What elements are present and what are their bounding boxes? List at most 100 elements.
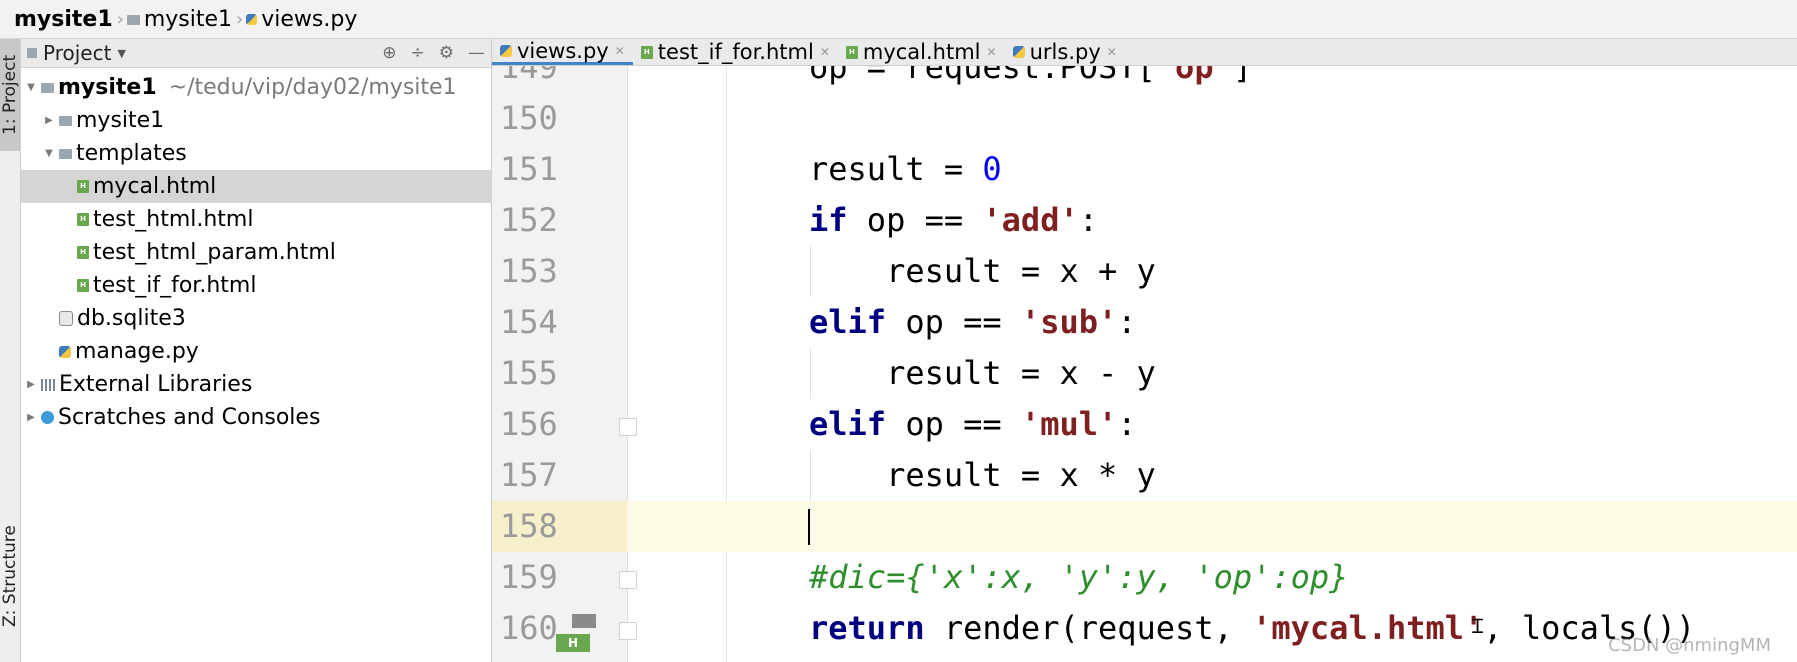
tab-label: test_if_for.html: [657, 40, 814, 64]
html-file-icon: H: [845, 45, 858, 59]
line-number: 150: [500, 99, 558, 137]
fold-marker-icon[interactable]: [619, 571, 637, 589]
html-file-icon: H: [77, 246, 89, 259]
html-file-icon: H: [640, 45, 653, 59]
code-text: op = request.POST['op']: [809, 66, 1253, 86]
tree-item-mysite1-package[interactable]: ▶ mysite1: [21, 104, 513, 137]
breadcrumb-item-project[interactable]: mysite1: [14, 7, 113, 32]
expanded-arrow-icon[interactable]: ▼: [25, 82, 37, 93]
gear-icon[interactable]: ⚙: [439, 43, 454, 63]
fold-marker-icon[interactable]: [619, 622, 637, 640]
code-text: result = x - y: [809, 354, 1156, 392]
tab-views-py[interactable]: views.py ✕: [492, 39, 633, 65]
code-text: elif op == 'sub':: [809, 303, 1137, 341]
tree-item-scratches[interactable]: ▶ Scratches and Consoles: [21, 401, 495, 434]
code-text: result = x * y: [809, 456, 1156, 494]
project-tool-tab[interactable]: 1: Project: [0, 39, 20, 151]
code-line[interactable]: 149 op = request.POST['op']: [492, 66, 1797, 93]
fold-marker-icon[interactable]: [619, 418, 637, 436]
folder-icon: [59, 148, 72, 159]
line-number: 151: [500, 150, 558, 188]
indent-guide: [810, 348, 811, 399]
collapsed-arrow-icon[interactable]: ▶: [25, 379, 37, 390]
line-number: 158: [492, 501, 627, 552]
line-number: 156: [500, 405, 558, 443]
project-path: ~/tedu/vip/day02/mysite1: [168, 75, 457, 100]
tool-window-strip: 1: Project Z: Structure: [0, 39, 21, 662]
tree-item-label: test_if_for.html: [93, 273, 257, 298]
folder-icon: [59, 115, 72, 126]
tree-item-external-libraries[interactable]: ▶ External Libraries: [21, 368, 495, 401]
close-icon[interactable]: ✕: [820, 45, 830, 59]
code-line[interactable]: 159 #dic={'x':x, 'y':y, 'op':op}: [492, 552, 1797, 603]
expanded-arrow-icon[interactable]: ▼: [43, 148, 55, 159]
code-line[interactable]: 152 if op == 'add':: [492, 195, 1797, 246]
close-icon[interactable]: ✕: [1107, 45, 1117, 59]
breadcrumb-label: mysite1: [143, 6, 233, 32]
line-number: 154: [500, 303, 558, 341]
tree-item-templates[interactable]: ▼ templates: [21, 137, 513, 170]
tree-item-label: test_html.html: [93, 207, 254, 232]
tree-item-project-root[interactable]: ▼ mysite1 ~/tedu/vip/day02/mysite1: [21, 71, 495, 104]
tab-label: mycal.html: [862, 40, 981, 64]
scratch-icon: [41, 411, 54, 424]
project-panel-tools: ⊕ ÷ ⚙ —: [382, 39, 485, 67]
tree-item-manage-py[interactable]: manage.py: [21, 335, 529, 368]
close-icon[interactable]: ✕: [615, 44, 625, 58]
locate-icon[interactable]: ⊕: [382, 43, 396, 63]
collapse-all-icon[interactable]: ÷: [411, 43, 425, 63]
related-template-icon[interactable]: H: [556, 634, 590, 652]
related-file-icon-back: [572, 614, 596, 628]
code-line[interactable]: 157 result = x * y: [492, 450, 1797, 501]
code-text: return render(request, 'mycal.html', loc…: [809, 609, 1696, 647]
line-number: 157: [500, 456, 558, 494]
line-number: 159: [500, 558, 558, 596]
code-line[interactable]: 156 elif op == 'mul':: [492, 399, 1797, 450]
code-line[interactable]: 154 elif op == 'sub':: [492, 297, 1797, 348]
tree-item-test-html[interactable]: H test_html.html: [21, 203, 547, 236]
tree-item-label: mysite1: [76, 108, 165, 133]
breadcrumb-separator: ›: [116, 8, 124, 30]
text-caret: [808, 509, 810, 545]
collapsed-arrow-icon[interactable]: ▶: [25, 412, 37, 423]
code-line[interactable]: 153 result = x + y: [492, 246, 1797, 297]
line-number: 149: [500, 66, 558, 86]
python-file-icon: [500, 44, 512, 57]
indent-guide: [810, 246, 811, 297]
html-file-icon: H: [77, 180, 89, 193]
close-icon[interactable]: ✕: [987, 45, 997, 59]
tree-item-label: Scratches and Consoles: [58, 405, 321, 430]
tree-item-label: templates: [76, 141, 187, 166]
html-file-icon: H: [77, 213, 89, 226]
python-file-icon: [246, 13, 258, 25]
watermark: CSDN @nmingMM: [1608, 635, 1771, 656]
indent-guide: [810, 450, 811, 501]
tab-test-if-for-html[interactable]: H test_if_for.html ✕: [633, 39, 838, 65]
project-tool-tab-label: 1: Project: [0, 54, 20, 136]
tab-label: views.py: [517, 38, 609, 63]
current-code-line[interactable]: 158: [492, 501, 1797, 552]
collapsed-arrow-icon[interactable]: ▶: [43, 115, 55, 126]
tab-urls-py[interactable]: urls.py ✕: [1005, 39, 1125, 65]
tab-mycal-html[interactable]: H mycal.html ✕: [838, 39, 1005, 65]
code-line[interactable]: 151 result = 0: [492, 144, 1797, 195]
code-text: if op == 'add':: [809, 201, 1098, 239]
code-text: #dic={'x':x, 'y':y, 'op':op}: [809, 558, 1349, 596]
hide-panel-icon[interactable]: —: [468, 43, 485, 63]
breadcrumb-item-file[interactable]: views.py: [246, 7, 357, 32]
code-line[interactable]: 150: [492, 93, 1797, 144]
breadcrumb-item-folder[interactable]: mysite1: [126, 6, 233, 32]
project-view-selector[interactable]: Project ▼: [27, 41, 126, 65]
project-panel-title: Project: [43, 41, 112, 65]
code-text: elif op == 'mul':: [809, 405, 1137, 443]
tree-item-mycal-html[interactable]: H mycal.html: [21, 170, 547, 203]
editor-tab-bar: views.py ✕ H test_if_for.html ✕ H mycal.…: [492, 39, 1797, 66]
code-editor[interactable]: 149 op = request.POST['op'] 150 151 resu…: [492, 66, 1797, 662]
structure-tool-tab[interactable]: Z: Structure: [0, 491, 20, 661]
tree-item-db-sqlite3[interactable]: db.sqlite3: [21, 302, 529, 335]
code-line[interactable]: 160 return render(request, 'mycal.html',…: [492, 603, 1797, 654]
code-line[interactable]: 155 result = x - y: [492, 348, 1797, 399]
tree-item-test-html-param[interactable]: H test_html_param.html: [21, 236, 547, 269]
database-file-icon: [59, 311, 73, 326]
tree-item-test-if-for[interactable]: H test_if_for.html: [21, 269, 547, 302]
